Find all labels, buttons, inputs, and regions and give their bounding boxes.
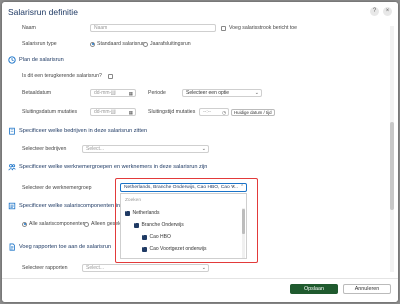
clock-small-icon[interactable]: ◷ [222, 110, 226, 116]
reports-placeholder: Select... [86, 265, 105, 271]
option-label: Branche Onderwijs [141, 222, 184, 228]
option-checkbox[interactable] [134, 222, 139, 228]
name-input[interactable]: Naam [90, 24, 216, 32]
option-label: Cao Voortgezet onderwijs [149, 246, 207, 252]
groups-select-label: Selecteer de werknemergroep [22, 185, 92, 191]
closing-time-input[interactable]: --:-- ◷ [199, 108, 229, 116]
dropdown-option[interactable]: Branche Onderwijs [134, 222, 184, 228]
period-select[interactable]: Selecteer een optie ⌄ [182, 89, 262, 97]
option-checkbox[interactable] [142, 234, 147, 240]
option-checkbox[interactable] [125, 210, 130, 216]
groups-section-title: Specificeer welke werknemergroepen en we… [8, 163, 207, 171]
type-radio-yearend[interactable] [143, 41, 148, 47]
name-label: Naam [22, 25, 36, 31]
dropdown-search-input[interactable]: Zoeken [125, 198, 141, 203]
closing-time-label: Sluitingstijd mutaties [148, 109, 196, 115]
type-option-standard: Standaard salarisrun [97, 41, 145, 47]
paydate-placeholder: dd-mm-jjjj [94, 90, 116, 96]
dropdown-option[interactable]: Cao Voortgezet onderwijs [142, 246, 206, 252]
companies-section-title: Specificeer welke bedrijven in deze sala… [8, 127, 147, 135]
components-radio-all[interactable] [22, 221, 27, 227]
companies-select-label: Selecteer bedrijven [22, 146, 67, 152]
period-label: Periode [148, 90, 166, 96]
building-icon [9, 127, 15, 135]
companies-placeholder: Select... [86, 146, 105, 152]
dialog-footer: Opslaan Annuleren [2, 278, 398, 302]
show-checkbox-label: Voeg salarisstrook bericht toe [229, 25, 298, 31]
salarisrun-dialog: Salarisrun definitie ? × Naam Naam Voeg … [2, 2, 398, 302]
dialog-title: Salarisrun definitie [8, 7, 78, 17]
chevron-down-icon: ⌄ [254, 90, 259, 96]
paydate-input[interactable]: dd-mm-jjjj ▦ [90, 89, 136, 97]
content-scrollbar-thumb[interactable] [390, 122, 394, 210]
recurring-question: Is dit een terugkerende salarisrun? [22, 73, 102, 79]
reports-title-text: Voeg rapporten toe aan de salarisrun [19, 244, 112, 250]
chevron-down-icon: ⌄ [201, 265, 206, 271]
close-icon[interactable]: × [383, 7, 392, 16]
plan-title-text: Plan de salarisrun [19, 57, 64, 63]
calendar-icon[interactable]: ▦ [129, 91, 133, 97]
components-radio-selected[interactable] [84, 221, 89, 227]
reports-select[interactable]: Select... ⌄ [82, 264, 209, 272]
users-icon [8, 164, 16, 171]
reports-select-label: Selecteer rapporten [22, 265, 68, 271]
groups-dropdown: Zoeken Netherlands Branche Onderwijs Cao… [120, 193, 247, 259]
report-icon [9, 243, 15, 251]
type-radio-standard[interactable] [90, 41, 95, 47]
calendar-icon[interactable]: ▦ [129, 110, 133, 116]
closing-date-label: Sluitingsdatum mutaties [22, 109, 78, 115]
closing-date-placeholder: dd-mm-jjjj [94, 109, 116, 115]
reports-section-title: Voeg rapporten toe aan de salarisrun [8, 243, 111, 251]
clear-icon[interactable]: × [232, 184, 235, 190]
cancel-button[interactable]: Annuleren [343, 284, 391, 294]
save-button[interactable]: Opslaan [290, 284, 338, 294]
groups-title-text: Specificeer welke werknemergroepen en we… [19, 164, 208, 170]
dialog-header: Salarisrun definitie ? × [2, 2, 398, 22]
clock-icon [8, 56, 16, 64]
dropdown-option[interactable]: Cao HBO [142, 234, 171, 240]
help-icon[interactable]: ? [370, 7, 379, 16]
companies-title-text: Specificeer welke bedrijven in deze sala… [19, 128, 148, 134]
recurring-checkbox[interactable] [108, 73, 113, 79]
paydate-label: Betaaldatum [22, 90, 52, 96]
closing-time-placeholder: --:-- [203, 109, 212, 115]
show-checkbox[interactable] [221, 25, 226, 31]
type-label: Salarisrun type [22, 41, 57, 47]
list-icon [8, 202, 16, 210]
period-placeholder: Selecteer een optie [186, 90, 230, 96]
components-option-all: Alle salariscomponenten [29, 221, 86, 227]
dropdown-scrollbar-thumb[interactable] [242, 209, 245, 234]
companies-select[interactable]: Select... ⌄ [82, 145, 209, 153]
dropdown-option[interactable]: Netherlands [125, 210, 159, 216]
chevron-down-icon: ⌄ [201, 146, 206, 152]
groups-multiselect[interactable]: Netherlands, Branche Onderwijs, Cao HBO,… [120, 183, 247, 192]
option-label: Cao HBO [149, 234, 171, 240]
plan-section-title: Plan de salarisrun [8, 56, 64, 64]
current-datetime-button[interactable]: Huidige datum / tijd [231, 108, 275, 116]
option-label: Netherlands [132, 210, 160, 216]
closing-date-input[interactable]: dd-mm-jjjj ▦ [90, 108, 136, 116]
chevron-up-icon[interactable]: ⌃ [240, 184, 244, 190]
option-checkbox[interactable] [142, 246, 147, 252]
type-option-yearend: Jaarafsluitingsrun [150, 41, 191, 47]
